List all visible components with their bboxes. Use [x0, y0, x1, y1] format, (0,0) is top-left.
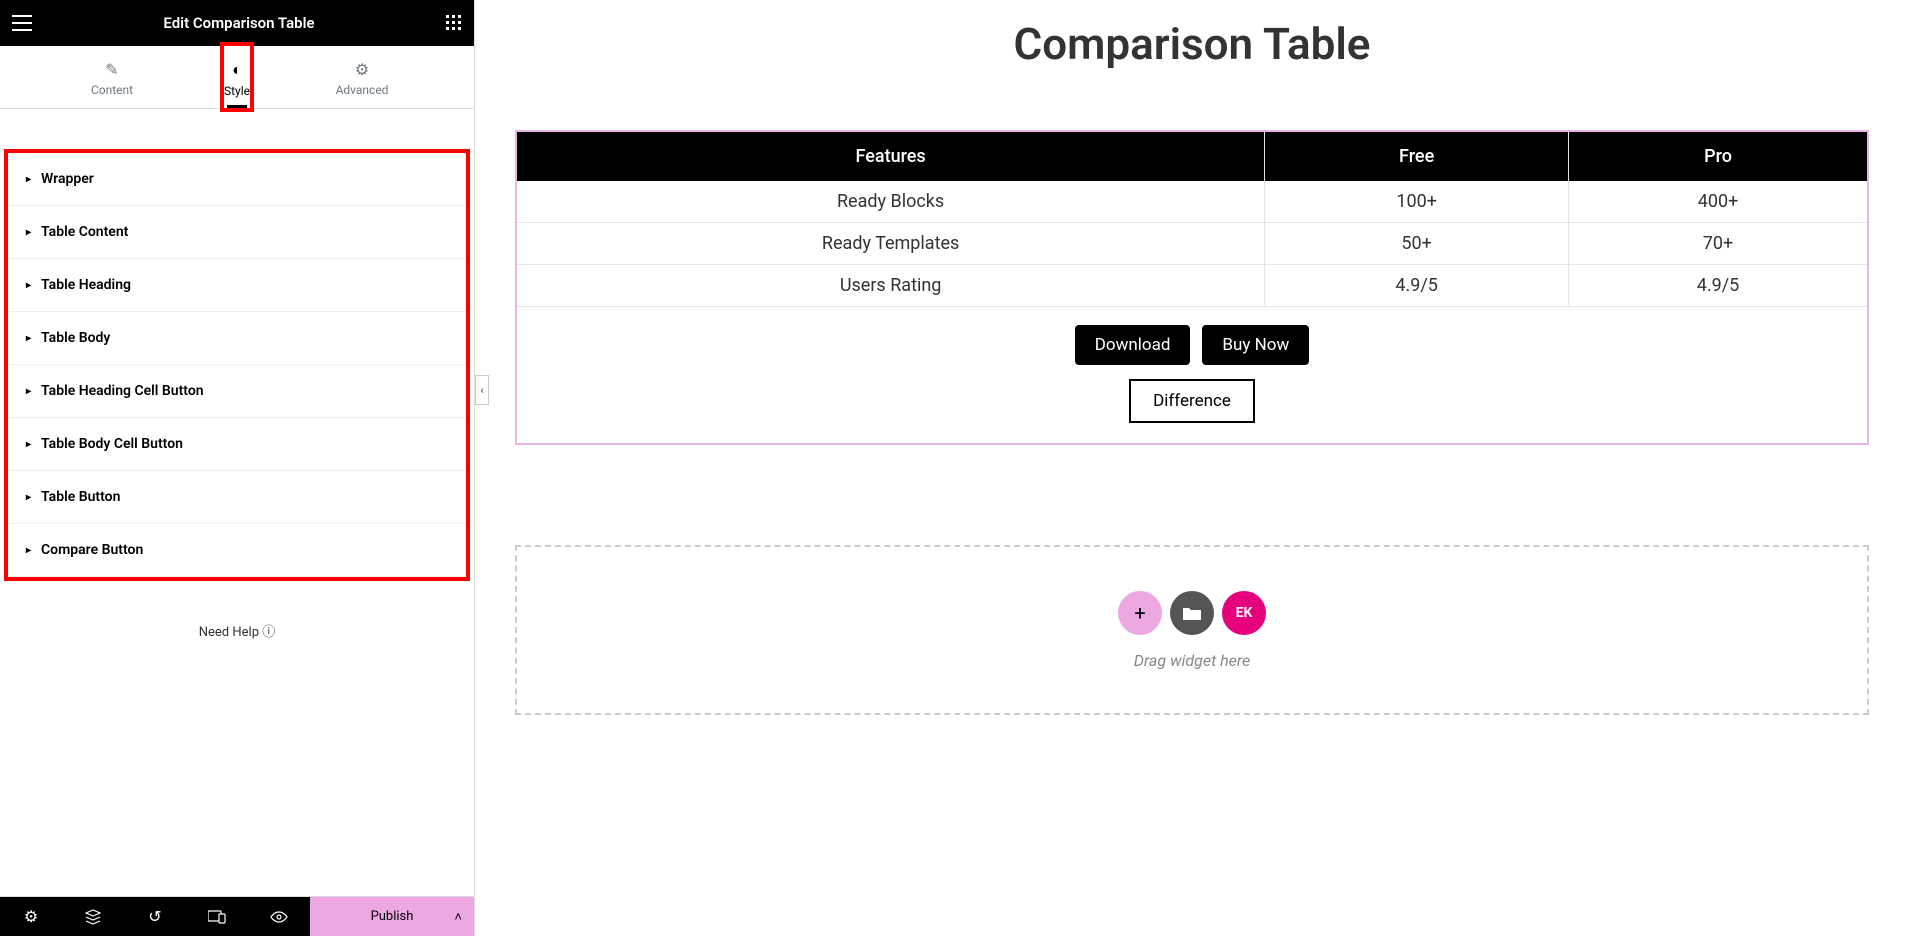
difference-button[interactable]: Difference	[1129, 379, 1255, 423]
table-cell: Ready Templates	[517, 223, 1265, 265]
accordion-label: Table Body Cell Button	[41, 436, 183, 452]
table-header-cell: Features	[517, 132, 1265, 181]
template-library-button[interactable]	[1170, 591, 1214, 635]
download-button[interactable]: Download	[1075, 325, 1191, 365]
table-row: Users Rating 4.9/5 4.9/5	[517, 265, 1867, 307]
accordion-table-button[interactable]: ▸ Table Button	[8, 471, 466, 524]
accordion-table-content[interactable]: ▸ Table Content	[8, 206, 466, 259]
accordion-label: Wrapper	[41, 171, 94, 187]
accordion-label: Table Heading	[41, 277, 131, 293]
menu-icon[interactable]	[12, 15, 32, 31]
table-cell: Users Rating	[517, 265, 1265, 307]
caret-icon: ▸	[26, 386, 31, 397]
table-cell: Ready Blocks	[517, 181, 1265, 223]
help-label: Need Help	[199, 625, 259, 640]
sidebar-title: Edit Comparison Table	[163, 14, 314, 32]
widgets-grid-icon[interactable]	[446, 15, 462, 31]
publish-label: Publish	[371, 909, 414, 924]
accordion-label: Table Heading Cell Button	[41, 383, 204, 399]
table-row: Ready Templates 50+ 70+	[517, 223, 1867, 265]
ek-button[interactable]: EK	[1222, 591, 1266, 635]
tab-style-label: Style	[224, 84, 250, 98]
table-buttons: Download Buy Now Difference	[517, 325, 1867, 423]
responsive-icon[interactable]	[186, 897, 248, 936]
tab-advanced[interactable]: ⚙ Advanced	[250, 46, 474, 108]
editor-sidebar: Edit Comparison Table ✎ Content ◐ Style …	[0, 0, 475, 936]
accordion-label: Table Button	[41, 489, 120, 505]
tab-style[interactable]: ◐ Style	[224, 46, 250, 108]
accordion-compare-button[interactable]: ▸ Compare Button	[8, 524, 466, 577]
table-cell: 50+	[1265, 223, 1569, 265]
comparison-table: Features Free Pro Ready Blocks 100+ 400+…	[517, 132, 1867, 307]
caret-icon: ▸	[26, 227, 31, 238]
tab-content[interactable]: ✎ Content	[0, 46, 224, 108]
table-cell: 400+	[1569, 181, 1867, 223]
preview-icon[interactable]	[248, 897, 310, 936]
table-header-cell: Pro	[1569, 132, 1867, 181]
gear-icon: ⚙	[250, 60, 474, 79]
history-icon[interactable]: ↺	[124, 897, 186, 936]
table-cell: 100+	[1265, 181, 1569, 223]
bottom-icons: ⚙ ↺	[0, 897, 310, 936]
buy-now-button[interactable]: Buy Now	[1202, 325, 1309, 365]
help-icon: ⓘ	[262, 625, 275, 640]
preview-canvas: Comparison Table Features Free Pro Ready…	[475, 0, 1909, 936]
accordion-table-body[interactable]: ▸ Table Body	[8, 312, 466, 365]
caret-icon: ▸	[26, 545, 31, 556]
accordion-highlight: ▸ Wrapper ▸ Table Content ▸ Table Heading ▸…	[4, 149, 470, 581]
add-section-button[interactable]: +	[1118, 591, 1162, 635]
navigator-icon[interactable]	[62, 897, 124, 936]
accordion-wrapper[interactable]: ▸ Wrapper	[8, 153, 466, 206]
table-header-row: Features Free Pro	[517, 132, 1867, 181]
sidebar-header: Edit Comparison Table	[0, 0, 474, 46]
help-link[interactable]: Need Help ⓘ	[199, 625, 276, 640]
editor-tabs: ✎ Content ◐ Style ⚙ Advanced	[0, 46, 474, 109]
caret-icon: ▸	[26, 439, 31, 450]
accordion-table-heading[interactable]: ▸ Table Heading	[8, 259, 466, 312]
drop-zone-text: Drag widget here	[1134, 651, 1250, 670]
bottom-bar: ⚙ ↺ Publish ˄	[0, 896, 474, 936]
caret-icon: ▸	[26, 174, 31, 185]
panel-body: ▸ Wrapper ▸ Table Content ▸ Table Heading ▸…	[0, 109, 474, 896]
drop-zone-icons: + EK	[1118, 591, 1266, 635]
table-cell: 70+	[1569, 223, 1867, 265]
tab-advanced-label: Advanced	[336, 83, 389, 97]
table-cell: 4.9/5	[1265, 265, 1569, 307]
accordion-body-cell-button[interactable]: ▸ Table Body Cell Button	[8, 418, 466, 471]
pencil-icon: ✎	[0, 60, 224, 79]
accordion-label: Compare Button	[41, 542, 143, 558]
table-row: Ready Blocks 100+ 400+	[517, 181, 1867, 223]
table-cell: 4.9/5	[1569, 265, 1867, 307]
chevron-up-icon[interactable]: ˄	[454, 909, 462, 925]
accordion-label: Table Content	[41, 224, 128, 240]
contrast-icon: ◐	[224, 60, 250, 80]
comparison-table-widget[interactable]: Features Free Pro Ready Blocks 100+ 400+…	[515, 130, 1869, 445]
publish-button[interactable]: Publish ˄	[310, 897, 474, 936]
caret-icon: ▸	[26, 492, 31, 503]
settings-icon[interactable]: ⚙	[0, 897, 62, 936]
page-title: Comparison Table	[515, 18, 1869, 70]
drop-zone[interactable]: + EK Drag widget here	[515, 545, 1869, 715]
table-header-cell: Free	[1265, 132, 1569, 181]
tab-content-label: Content	[91, 83, 133, 97]
caret-icon: ▸	[26, 280, 31, 291]
accordion-label: Table Body	[41, 330, 110, 346]
caret-icon: ▸	[26, 333, 31, 344]
accordion-heading-cell-button[interactable]: ▸ Table Heading Cell Button	[8, 365, 466, 418]
help-row: Need Help ⓘ	[0, 581, 474, 660]
